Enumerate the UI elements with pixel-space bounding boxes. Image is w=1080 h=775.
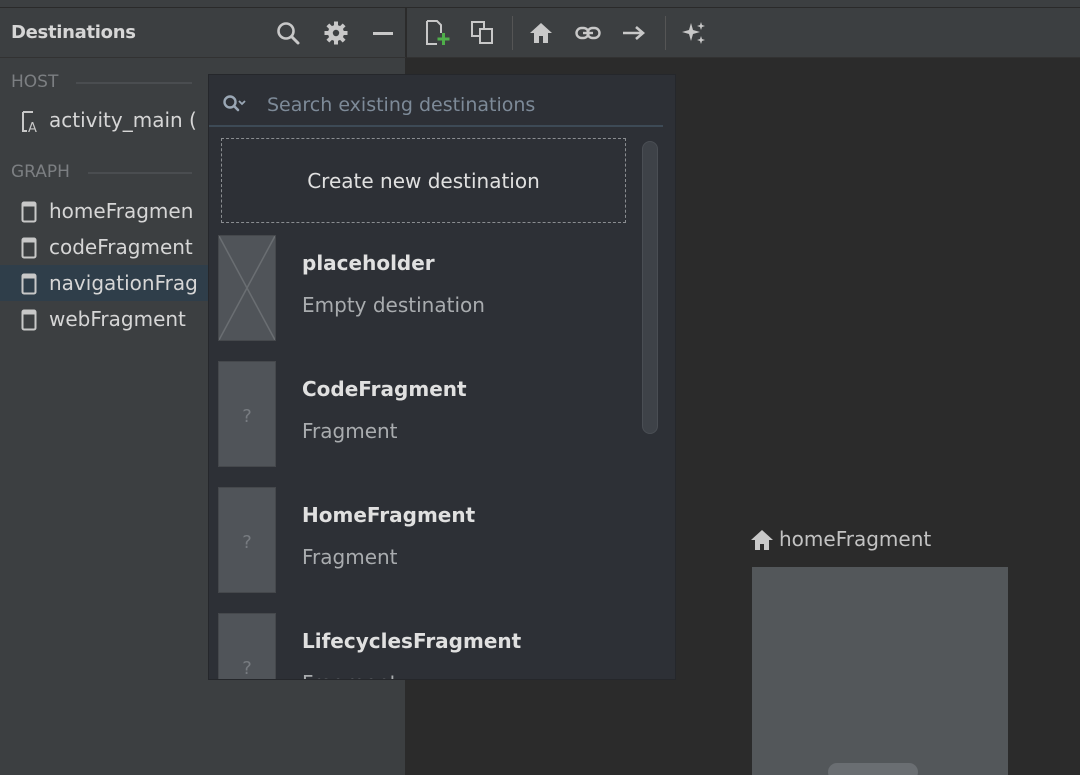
start-destination-name: homeFragment (779, 527, 932, 551)
destination-node-homefragment[interactable] (752, 567, 1008, 775)
action-arrow-icon[interactable] (620, 19, 648, 47)
destination-name: CodeFragment (302, 377, 467, 401)
destination-name: HomeFragment (302, 503, 476, 527)
nested-graph-icon[interactable] (469, 19, 497, 47)
search-destinations-input[interactable] (267, 91, 647, 119)
graph-item-label: webFragment (49, 307, 186, 331)
graph-divider (88, 172, 192, 174)
node-preview-text (828, 763, 918, 775)
graph-item-label: homeFragmen (49, 199, 194, 223)
fragment-thumbnail: ? (218, 613, 276, 679)
destination-item-placeholder[interactable]: placeholder Empty destination (209, 235, 639, 345)
graph-toolbar (407, 8, 1080, 58)
fragment-icon (21, 201, 37, 223)
unknown-preview-icon: ? (242, 658, 252, 679)
search-icon (221, 93, 247, 117)
destination-name: placeholder (302, 251, 435, 275)
graph-section-label: GRAPH (11, 162, 70, 182)
placeholder-thumbnail (218, 235, 276, 341)
host-item-label: activity_main ( (49, 108, 197, 132)
deep-link-icon[interactable] (574, 19, 602, 47)
gear-icon[interactable] (323, 20, 349, 46)
destination-item-lifecyclesfragment[interactable]: ? LifecyclesFragment Fragment (209, 613, 639, 679)
destination-type: Fragment (302, 419, 398, 443)
home-icon[interactable] (527, 19, 555, 47)
unknown-preview-icon: ? (242, 532, 252, 553)
graph-item-label: navigationFrag (49, 271, 198, 295)
destination-item-homefragment[interactable]: ? HomeFragment Fragment (209, 487, 639, 597)
fragment-icon (21, 309, 37, 331)
destination-type: Empty destination (302, 293, 485, 317)
auto-arrange-icon[interactable] (680, 19, 708, 47)
fragment-icon (21, 273, 37, 295)
fragment-thumbnail: ? (218, 361, 276, 467)
fragment-icon (21, 237, 37, 259)
home-icon (750, 529, 774, 551)
graph-item-label: codeFragment (49, 235, 193, 259)
layout-icon: A (21, 110, 37, 136)
window-top-strip (0, 0, 1080, 8)
destination-type: Fragment (302, 671, 398, 679)
toolbar-separator (512, 16, 513, 50)
panel-header: Destinations (0, 8, 406, 58)
create-new-destination-button[interactable]: Create new destination (221, 138, 626, 223)
add-destination-popup: Create new destination placeholder Empty… (208, 74, 676, 680)
popup-scrollbar[interactable] (642, 141, 658, 434)
destination-type: Fragment (302, 545, 398, 569)
destination-name: LifecyclesFragment (302, 629, 522, 653)
new-destination-icon[interactable] (423, 19, 451, 47)
host-divider (76, 82, 192, 84)
search-row (209, 83, 663, 127)
toolbar-separator (665, 16, 666, 50)
panel-title: Destinations (11, 22, 136, 43)
host-section-label: HOST (11, 72, 59, 92)
fragment-thumbnail: ? (218, 487, 276, 593)
unknown-preview-icon: ? (242, 406, 252, 427)
destination-item-codefragment[interactable]: ? CodeFragment Fragment (209, 361, 639, 471)
minimize-icon[interactable] (370, 20, 396, 46)
svg-text:A: A (28, 121, 37, 134)
search-icon[interactable] (275, 20, 301, 46)
